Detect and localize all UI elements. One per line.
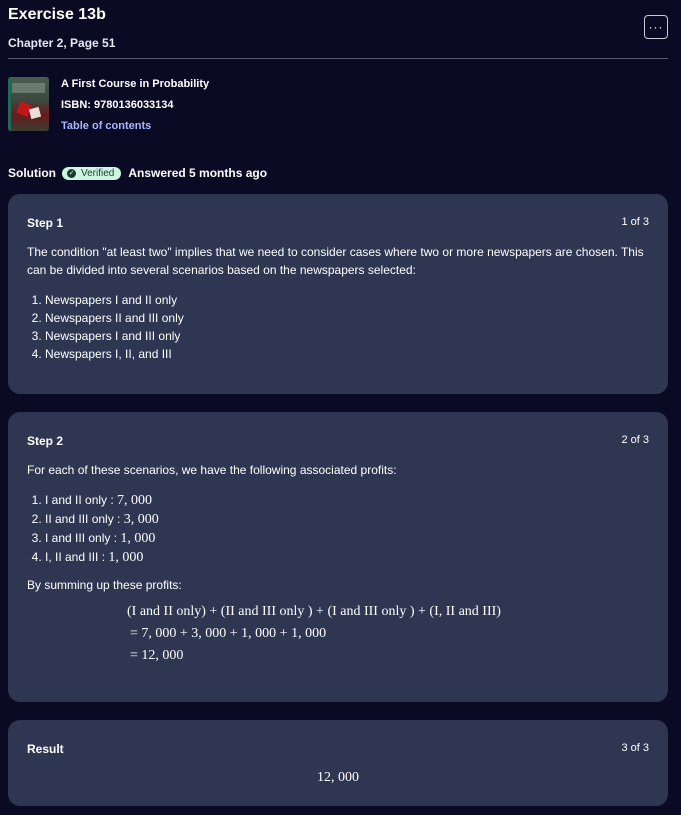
result-title: Result xyxy=(27,742,64,756)
result-card: Result 3 of 3 12, 000 xyxy=(8,720,668,806)
verified-badge: ✓ Verified xyxy=(62,166,122,180)
list-item: II and III only : 3, 000 xyxy=(45,510,649,529)
exercise-header: Exercise 13b Chapter 2, Page 51 ··· xyxy=(8,6,668,50)
exercise-subtitle: Chapter 2, Page 51 xyxy=(8,36,116,50)
step-count: 1 of 3 xyxy=(621,216,649,228)
book-cover-image[interactable] xyxy=(8,77,49,131)
step-card-1: Step 1 1 of 3 The condition "at least tw… xyxy=(8,194,668,394)
equation-line: = 12, 000 xyxy=(130,648,184,663)
list-item: Newspapers I and II only xyxy=(45,291,649,309)
solution-label: Solution xyxy=(8,166,56,180)
result-value: 12, 000 xyxy=(317,770,359,785)
equation-line: (I and II only) + (II and III only ) + (… xyxy=(127,604,501,619)
more-options-button[interactable]: ··· xyxy=(644,15,668,39)
step-count: 2 of 3 xyxy=(621,434,649,446)
list-item: I, II and III : 1, 000 xyxy=(45,548,649,567)
table-of-contents-link[interactable]: Table of contents xyxy=(61,119,209,140)
step-text: The condition "at least two" implies tha… xyxy=(27,245,644,277)
list-item: Newspapers II and III only xyxy=(45,309,649,327)
step-title: Step 1 xyxy=(27,216,64,230)
book-title[interactable]: A First Course in Probability xyxy=(61,77,209,98)
header-divider xyxy=(8,58,668,59)
step-title: Step 2 xyxy=(27,434,64,448)
list-item: I and II only : 7, 000 xyxy=(45,491,649,510)
sum-equation: (I and II only) + (II and III only ) + (… xyxy=(127,601,501,667)
equation-line: = 7, 000 + 3, 000 + 1, 000 + 1, 000 xyxy=(130,626,327,641)
book-isbn: ISBN: 9780136033134 xyxy=(61,99,174,111)
verified-label: Verified xyxy=(81,167,115,179)
sum-intro: By summing up these profits: xyxy=(27,578,182,592)
step-text: For each of these scenarios, we have the… xyxy=(27,463,397,477)
scenario-list: Newspapers I and II only Newspapers II a… xyxy=(27,291,649,363)
profit-list: I and II only : 7, 000 II and III only :… xyxy=(27,491,649,567)
answered-time: Answered 5 months ago xyxy=(128,166,268,180)
solution-header: Solution ✓ Verified Answered 5 months ag… xyxy=(8,166,267,180)
step-card-2: Step 2 2 of 3 For each of these scenario… xyxy=(8,412,668,702)
check-icon: ✓ xyxy=(67,168,76,178)
list-item: I and III only : 1, 000 xyxy=(45,529,649,548)
list-item: Newspapers I and III only xyxy=(45,327,649,345)
ellipsis-icon: ··· xyxy=(648,20,664,34)
book-info: A First Course in Probability ISBN: 9780… xyxy=(8,77,209,140)
step-count: 3 of 3 xyxy=(621,742,649,754)
exercise-title: Exercise 13b xyxy=(8,6,106,23)
list-item: Newspapers I, II, and III xyxy=(45,345,649,363)
